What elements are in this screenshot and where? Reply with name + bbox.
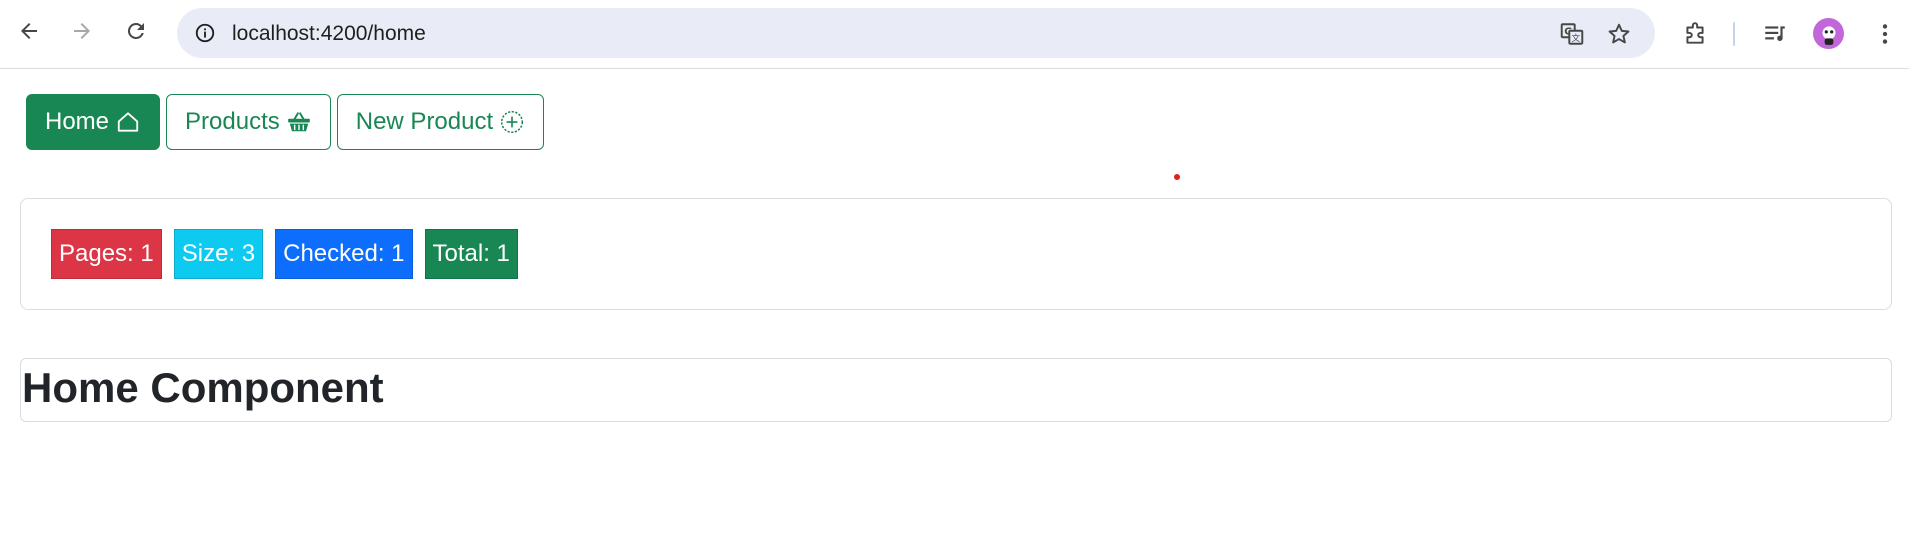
house-icon: [117, 112, 139, 132]
stats-badges: Pages: 1 Size: 3 Checked: 1 Total: 1: [51, 229, 518, 279]
reload-button[interactable]: [119, 14, 153, 48]
star-icon: [1608, 23, 1630, 44]
info-icon: [195, 23, 215, 43]
svg-text:文: 文: [1571, 32, 1580, 44]
arrow-right-icon: [74, 23, 90, 39]
total-badge-label: Total: 1: [432, 240, 510, 267]
size-badge-label: Size: 3: [181, 240, 256, 267]
home-button-label: Home: [45, 108, 110, 135]
pages-badge: Pages: 1: [51, 229, 162, 279]
browser-menu-button[interactable]: [1870, 19, 1900, 49]
puzzle-icon: [1686, 22, 1704, 44]
url-text[interactable]: localhost:4200/home: [232, 22, 426, 46]
cursor-dot: [1174, 174, 1180, 180]
plus-circle-icon: [501, 110, 524, 134]
pages-badge-label: Pages: 1: [59, 240, 154, 267]
playlist-icon: [1765, 26, 1785, 42]
more-vertical-icon: [1882, 24, 1888, 44]
avatar-icon: [1822, 25, 1835, 45]
new-product-button-label: New Product: [355, 108, 494, 135]
home-button[interactable]: Home: [26, 94, 161, 150]
checked-badge-label: Checked: 1: [283, 240, 405, 267]
stats-card: Pages: 1 Size: 3 Checked: 1 Total: 1: [20, 198, 1892, 310]
extensions-button[interactable]: [1680, 19, 1710, 49]
browser-toolbar: localhost:4200/home G 文: [0, 0, 1909, 69]
home-component: Home Component: [20, 358, 1892, 422]
media-button[interactable]: [1760, 19, 1790, 49]
app-navbar: Home Products New Product: [26, 94, 545, 150]
bookmark-button[interactable]: [1604, 19, 1634, 49]
back-button[interactable]: [12, 14, 46, 48]
size-badge: Size: 3: [173, 229, 264, 279]
arrow-left-icon: [21, 23, 37, 39]
forward-button[interactable]: [65, 14, 99, 48]
checked-badge: Checked: 1: [275, 229, 413, 279]
site-info-button[interactable]: [189, 17, 221, 49]
translate-icon: G 文: [1560, 23, 1584, 45]
products-button[interactable]: Products: [166, 94, 331, 150]
reload-icon: [127, 22, 144, 39]
toolbar-divider: [1733, 22, 1735, 46]
translate-button[interactable]: G 文: [1557, 19, 1587, 49]
basket-icon: [287, 112, 310, 132]
page-title: Home Component: [22, 364, 384, 411]
total-badge: Total: 1: [424, 229, 518, 279]
address-bar[interactable]: localhost:4200/home G 文: [177, 8, 1655, 58]
profile-avatar[interactable]: [1813, 18, 1844, 49]
new-product-button[interactable]: New Product: [336, 94, 545, 150]
products-button-label: Products: [185, 108, 280, 135]
